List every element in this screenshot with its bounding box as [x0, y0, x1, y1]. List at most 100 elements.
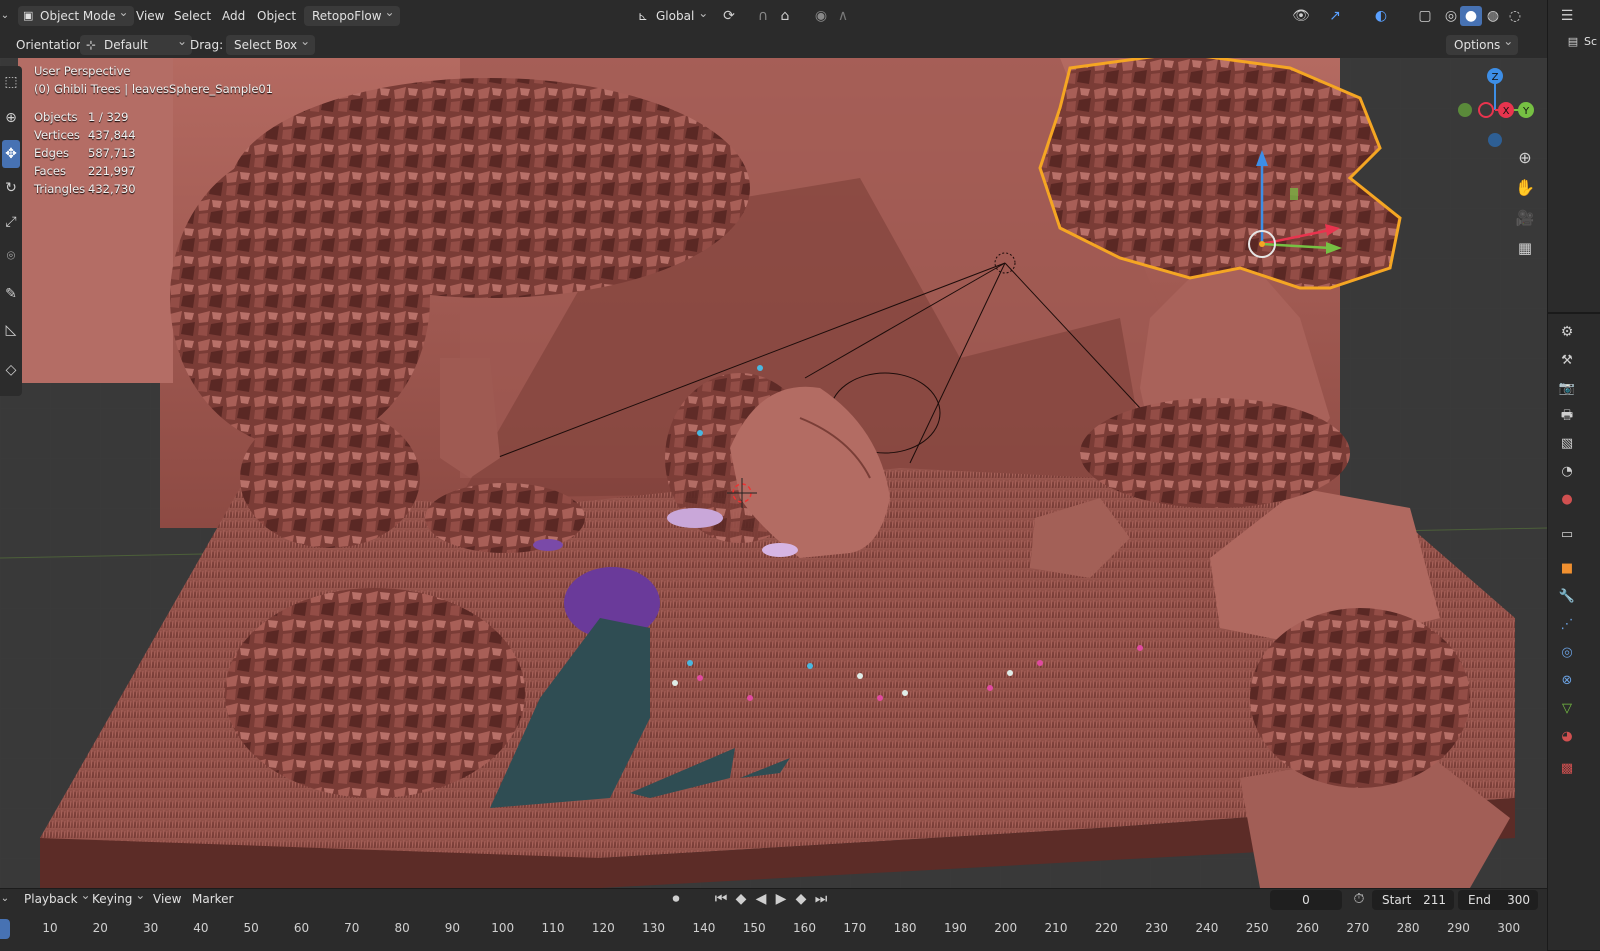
- select-box-tool-icon[interactable]: ⬚: [2, 68, 20, 96]
- constraint-properties-icon[interactable]: ⊗: [1556, 670, 1578, 692]
- chevron-down-icon: ⌄: [698, 6, 709, 20]
- frame-tick: 300: [1497, 921, 1521, 935]
- bush-front-left: [225, 588, 525, 798]
- outliner-scene-label[interactable]: Sc: [1584, 32, 1597, 52]
- current-frame-field[interactable]: 0: [1270, 890, 1342, 910]
- outliner-editor-icon[interactable]: ☰: [1556, 6, 1578, 26]
- drag-label: Drag:: [190, 38, 224, 52]
- viewport-header: ⌄ ▣ Object Mode View Select Add Object R…: [0, 0, 1547, 33]
- marker-menu[interactable]: Marker: [192, 889, 233, 909]
- stat-label-vertices: Vertices: [34, 128, 80, 142]
- retopoflow-menu[interactable]: RetopoFlow: [304, 2, 400, 26]
- texture-properties-icon[interactable]: ▩: [1556, 758, 1578, 780]
- jump-keyframe-back-icon[interactable]: ◆: [730, 889, 752, 909]
- menu-select[interactable]: Select: [174, 6, 211, 26]
- frame-tick: 150: [742, 921, 766, 935]
- left-wall-panel: [18, 58, 173, 383]
- frame-tick: 290: [1446, 921, 1470, 935]
- stat-label-faces: Faces: [34, 164, 66, 178]
- frame-tick: 80: [394, 921, 410, 935]
- add-cube-tool-icon[interactable]: ◇: [2, 356, 20, 384]
- play-reverse-icon[interactable]: ◀: [750, 889, 772, 909]
- proportional-edit-icon[interactable]: ◉: [810, 6, 832, 26]
- output-properties-icon[interactable]: 🖶: [1556, 405, 1578, 427]
- play-icon[interactable]: ▶: [770, 889, 792, 909]
- material-shading-icon[interactable]: ◍: [1482, 6, 1504, 26]
- editor-type-chevron-icon[interactable]: ⌄: [0, 6, 10, 26]
- falloff-icon[interactable]: ∧: [832, 6, 854, 26]
- collection-properties-icon[interactable]: ▭: [1556, 524, 1578, 546]
- frame-tick: 210: [1044, 921, 1068, 935]
- tool-shelf: ⬚ ⊕ ✥ ↻ ⤢ ⌾ ✎ ◺ ◇: [0, 66, 22, 396]
- frame-tick: 170: [843, 921, 867, 935]
- camera-view-icon[interactable]: 🎥: [1514, 208, 1536, 228]
- auto-keying-icon[interactable]: ⏺: [665, 889, 687, 909]
- frame-tick: 130: [642, 921, 666, 935]
- menu-object[interactable]: Object: [257, 6, 296, 26]
- object-mode-icon: ▣: [23, 9, 34, 22]
- tool-properties-icon[interactable]: ⚒: [1556, 350, 1578, 372]
- stat-value-objects: 1 / 329: [88, 110, 129, 124]
- world-properties-icon[interactable]: ●: [1556, 489, 1578, 511]
- menu-add[interactable]: Add: [222, 6, 245, 26]
- orientation-label: Orientation:: [16, 38, 88, 52]
- start-frame-field[interactable]: Start 211: [1372, 890, 1454, 910]
- orientation-value: Default: [104, 38, 148, 52]
- physics-properties-icon[interactable]: ◎: [1556, 642, 1578, 664]
- xray-icon[interactable]: ▢: [1414, 6, 1436, 26]
- move-tool-icon[interactable]: ✥: [2, 140, 20, 168]
- view-layer-properties-icon[interactable]: ▧: [1556, 433, 1578, 455]
- playhead[interactable]: [0, 919, 10, 939]
- keying-menu[interactable]: Keying: [84, 885, 150, 909]
- scale-tool-icon[interactable]: ⤢: [2, 208, 20, 236]
- tool-settings-header: Orientation: ⊹ Default Drag: Select Box …: [0, 31, 1547, 58]
- wireframe-shading-icon[interactable]: ◎: [1440, 6, 1462, 26]
- end-frame-field[interactable]: End 300: [1458, 890, 1538, 910]
- drag-dropdown[interactable]: Select Box: [226, 31, 316, 55]
- rotate-tool-icon[interactable]: ↻: [2, 174, 20, 202]
- jump-keyframe-forward-icon[interactable]: ◆: [790, 889, 812, 909]
- jump-start-icon[interactable]: ⏮: [710, 889, 732, 909]
- data-properties-icon[interactable]: ▽: [1556, 698, 1578, 720]
- frame-tick: 60: [293, 921, 310, 935]
- mode-dropdown[interactable]: ▣ Object Mode: [18, 2, 134, 26]
- timeline-view-menu[interactable]: View: [153, 889, 181, 909]
- perspective-grid-icon[interactable]: ▦: [1514, 238, 1536, 258]
- object-properties-icon[interactable]: ■: [1556, 558, 1578, 580]
- overlays-icon[interactable]: ◐: [1370, 6, 1392, 26]
- properties-editor-icon[interactable]: ⚙: [1556, 322, 1578, 342]
- gizmo-toggle-icon[interactable]: ↗: [1324, 6, 1346, 26]
- snap-icon[interactable]: ∩: [752, 6, 774, 26]
- modifier-properties-icon[interactable]: 🔧: [1556, 586, 1578, 608]
- orientation-dropdown[interactable]: ⊹ Default: [80, 31, 192, 55]
- render-properties-icon[interactable]: 📷: [1556, 378, 1578, 400]
- 3d-viewport[interactable]: ⬚ ⊕ ✥ ↻ ⤢ ⌾ ✎ ◺ ◇ User Perspective (0) G…: [0, 58, 1547, 888]
- properties-strip: ☰ Sc ▤ ⚙ ⚒ 📷 🖶 ▧ ◔ ● ▭ ■ 🔧 ⋰ ◎ ⊗ ▽ ◕ ▩: [1547, 0, 1600, 950]
- frame-tick: 190: [943, 921, 967, 935]
- preview-range-clock-icon[interactable]: ⏱: [1348, 889, 1370, 909]
- cursor-tool-icon[interactable]: ⊕: [2, 104, 20, 132]
- transform-orientation-dropdown[interactable]: ⊾ Global ⌄: [636, 6, 710, 26]
- measure-tool-icon[interactable]: ◺: [2, 316, 20, 344]
- pivot-point-icon[interactable]: ⟳: [718, 6, 740, 26]
- options-dropdown[interactable]: Options: [1446, 31, 1519, 55]
- solid-shading-icon[interactable]: ●: [1460, 6, 1482, 26]
- scene-properties-icon[interactable]: ◔: [1556, 461, 1578, 483]
- annotate-tool-icon[interactable]: ✎: [2, 280, 20, 308]
- visibility-icon[interactable]: 👁: [1290, 6, 1312, 26]
- frame-tick: 240: [1195, 921, 1219, 935]
- frame-tick: 50: [243, 921, 259, 935]
- view-name: User Perspective: [34, 64, 131, 78]
- transform-tool-icon[interactable]: ⌾: [2, 242, 20, 270]
- rendered-shading-icon[interactable]: ◌: [1504, 6, 1526, 26]
- menu-view[interactable]: View: [136, 6, 164, 26]
- particle-properties-icon[interactable]: ⋰: [1556, 614, 1578, 636]
- orientation-axes-icon: ⊾: [638, 9, 649, 23]
- zoom-icon[interactable]: ⊕: [1514, 148, 1536, 168]
- snap-target-icon[interactable]: ⌂: [774, 6, 796, 26]
- pan-hand-icon[interactable]: ✋: [1514, 178, 1536, 198]
- jump-end-icon[interactable]: ⏭: [810, 889, 832, 909]
- timeline-editor-type-icon[interactable]: ⌄: [0, 889, 10, 909]
- mode-label: Object Mode: [40, 9, 116, 23]
- material-properties-icon[interactable]: ◕: [1556, 726, 1578, 748]
